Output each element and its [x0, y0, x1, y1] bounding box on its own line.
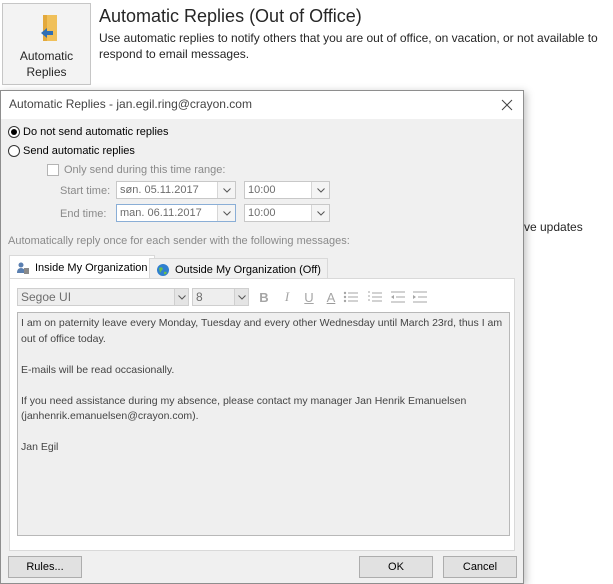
chevron-down-icon[interactable]	[217, 205, 235, 221]
italic-button[interactable]: I	[281, 289, 293, 305]
start-time-select[interactable]: 10:00	[244, 181, 330, 199]
send-reply-radio[interactable]	[8, 145, 20, 157]
end-time-select[interactable]: 10:00	[244, 204, 330, 222]
message-paragraph: E-mails will be read occasionally.	[21, 363, 175, 376]
message-paragraph: If you need assistance during my absence…	[21, 394, 467, 423]
time-range-option[interactable]: Only send during this time range:	[47, 164, 225, 176]
automatic-replies-tile[interactable]: Automatic Replies	[2, 3, 91, 85]
bullets-button[interactable]	[343, 289, 359, 305]
chevron-down-icon[interactable]	[174, 289, 188, 305]
start-time-value: 10:00	[248, 184, 276, 196]
time-range-label: Only send during this time range:	[64, 164, 226, 176]
start-time-label: Start time:	[60, 185, 111, 197]
tab-inside-label: Inside My Organization	[35, 261, 148, 274]
message-paragraph: I am on paternity leave every Monday, Tu…	[21, 317, 503, 345]
backstage-title: Automatic Replies (Out of Office)	[99, 6, 362, 26]
font-size-value: 8	[196, 290, 203, 304]
numbered-list-icon	[368, 291, 382, 302]
font-family-select[interactable]: Segoe UI	[17, 288, 189, 306]
chevron-down-icon[interactable]	[217, 182, 235, 198]
people-icon	[17, 262, 29, 274]
backstage-description: Use automatic replies to notify others t…	[99, 31, 598, 61]
end-date-value: man. 06.11.2017	[120, 207, 202, 219]
decrease-indent-button[interactable]	[390, 289, 406, 305]
start-date-picker[interactable]: søn. 05.11.2017	[116, 181, 236, 199]
font-color-button[interactable]: A	[324, 289, 338, 305]
tab-inside-organization[interactable]: Inside My Organization	[9, 255, 155, 279]
end-time-value: 10:00	[248, 207, 276, 219]
end-date-picker[interactable]: man. 06.11.2017	[116, 204, 236, 222]
start-date-value: søn. 05.11.2017	[120, 184, 199, 196]
underline-button[interactable]: U	[302, 289, 316, 305]
message-panel: Segoe UI 8 B I U A I am on paternity lea…	[9, 278, 515, 551]
cancel-button[interactable]: Cancel	[443, 556, 517, 578]
chevron-down-icon[interactable]	[311, 182, 329, 198]
font-family-value: Segoe UI	[21, 290, 72, 304]
dialog-title: Automatic Replies - jan.egil.ring@crayon…	[9, 97, 252, 111]
close-icon	[501, 99, 513, 111]
tile-label: Automatic Replies	[19, 49, 74, 79]
bold-button[interactable]: B	[257, 289, 271, 305]
message-editor[interactable]: I am on paternity leave every Monday, Tu…	[17, 312, 510, 536]
bullet-list-icon	[343, 291, 358, 303]
close-button[interactable]	[497, 95, 517, 115]
tab-outside-organization[interactable]: Outside My Organization (Off)	[149, 258, 328, 280]
no-reply-label: Do not send automatic replies	[23, 126, 169, 138]
font-size-select[interactable]: 8	[192, 288, 249, 306]
rules-button[interactable]: Rules...	[8, 556, 82, 578]
dialog-titlebar[interactable]: Automatic Replies - jan.egil.ring@crayon…	[1, 91, 523, 119]
backstage-text-fragment: ve updates	[524, 220, 583, 234]
increase-indent-button[interactable]	[412, 289, 428, 305]
end-time-label: End time:	[60, 208, 107, 220]
message-signature: Jan Egil	[21, 441, 59, 453]
chevron-down-icon[interactable]	[234, 289, 248, 305]
time-range-checkbox[interactable]	[47, 164, 59, 176]
chevron-down-icon[interactable]	[311, 205, 329, 221]
reply-once-label: Automatically reply once for each sender…	[8, 235, 350, 247]
tab-outside-label: Outside My Organization (Off)	[175, 263, 321, 276]
globe-icon	[157, 263, 169, 276]
decrease-indent-icon	[391, 291, 405, 303]
automatic-replies-dialog: Automatic Replies - jan.egil.ring@crayon…	[0, 90, 524, 584]
send-reply-option[interactable]: Send automatic replies	[8, 145, 135, 157]
no-reply-option[interactable]: Do not send automatic replies	[8, 126, 169, 138]
increase-indent-icon	[413, 291, 427, 303]
numbering-button[interactable]	[367, 289, 383, 305]
send-reply-label: Send automatic replies	[23, 145, 135, 157]
ok-button[interactable]: OK	[359, 556, 433, 578]
automatic-replies-icon	[41, 15, 57, 41]
no-reply-radio[interactable]	[8, 126, 20, 138]
